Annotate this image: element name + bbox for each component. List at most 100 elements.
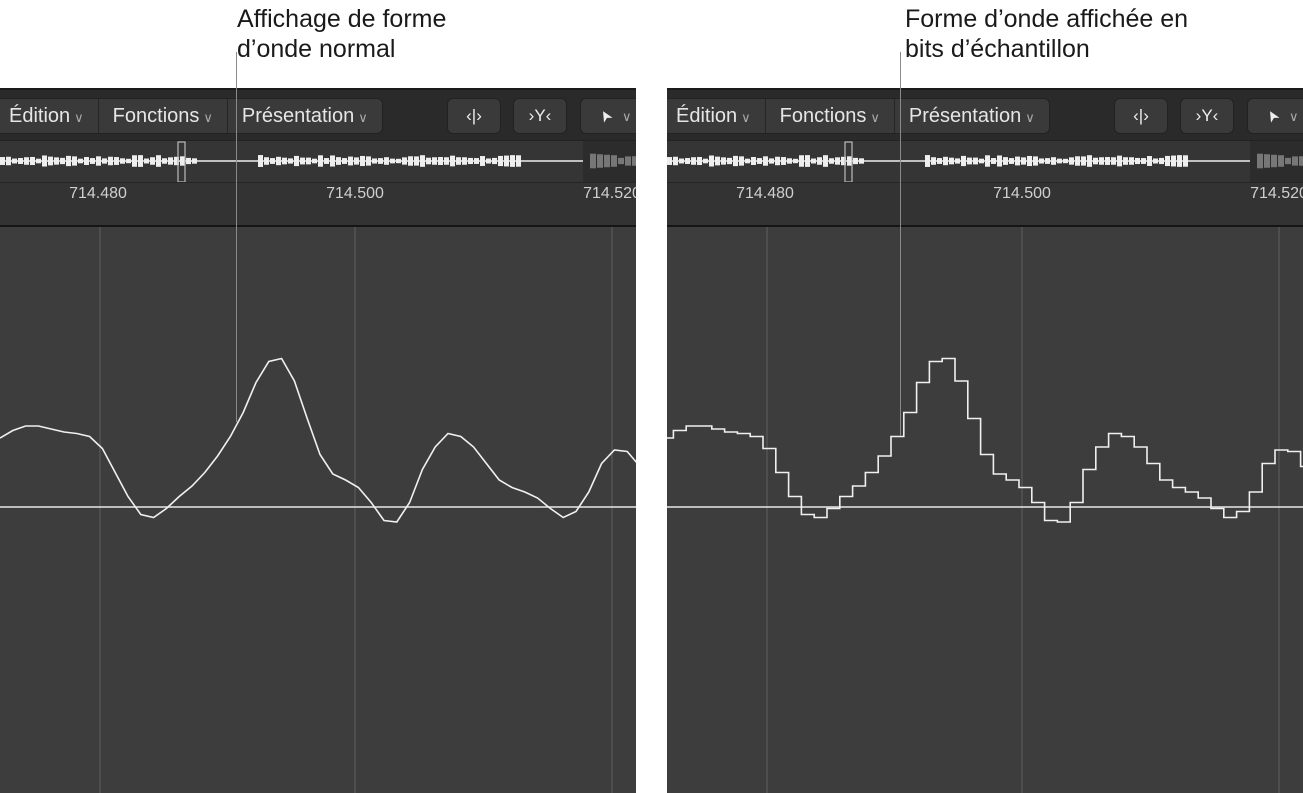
ruler-label: 714.500	[326, 185, 384, 202]
overview-waveform-blob	[817, 157, 822, 165]
overview-waveform-blob	[715, 156, 720, 166]
tool-menu-button[interactable]: ➤ ∨	[1247, 98, 1303, 134]
overview-waveform-blob	[1033, 156, 1038, 166]
overview-waveform-blob	[276, 156, 281, 166]
menu-presentation[interactable]: Présentation ∨	[228, 99, 382, 133]
overview-waveform-blob	[604, 154, 610, 168]
menu-edition[interactable]: Édition ∨	[0, 99, 99, 133]
waveform-overview[interactable]	[0, 140, 636, 183]
overview-waveform-blob	[1153, 158, 1158, 164]
waveform-overview[interactable]	[667, 140, 1303, 183]
overview-waveform-blob	[90, 158, 95, 164]
catch-playhead-button[interactable]: ›Y‹	[513, 98, 567, 134]
overview-waveform-blob	[402, 157, 407, 165]
ruler-label: 714.520	[1250, 185, 1303, 202]
overview-waveform-blob	[126, 158, 131, 164]
overview-waveform-blob	[1278, 155, 1284, 167]
ruler-label: 714.480	[69, 185, 127, 202]
overview-waveform-blob	[1292, 156, 1298, 166]
overview-waveform-blob	[492, 157, 497, 165]
overview-waveform-blob	[354, 157, 359, 165]
overview-waveform-blob	[1087, 155, 1092, 167]
pointer-tool-icon: ➤	[1262, 106, 1284, 127]
overview-waveform-blob	[162, 158, 167, 164]
overview-waveform-blob	[408, 156, 413, 166]
overview-waveform-blob	[114, 157, 119, 165]
callout-line: bits d’échantillon	[905, 35, 1090, 63]
overview-waveform-blob	[372, 158, 377, 164]
overview-waveform-blob	[1171, 155, 1176, 167]
marker-lane	[0, 206, 636, 227]
tool-menu-button[interactable]: ➤ ∨	[580, 98, 636, 134]
overview-waveform-blob	[156, 155, 161, 167]
menu-label: Édition	[676, 105, 738, 127]
time-ruler[interactable]: 714.480 714.500 714.520	[667, 182, 1303, 207]
menu-fonctions[interactable]: Fonctions ∨	[99, 99, 228, 133]
overview-waveform-blob	[979, 158, 984, 164]
ruler-label: 714.520	[583, 185, 636, 202]
overview-waveform-blob	[597, 154, 603, 168]
menu-label: Présentation	[241, 105, 355, 127]
overview-waveform-blob	[1257, 153, 1263, 169]
callout-line: d’onde normal	[237, 35, 396, 63]
overview-waveform-blob	[1093, 157, 1098, 165]
overview-waveform-blob	[1299, 156, 1303, 166]
chevron-down-icon: ∨	[1025, 110, 1035, 125]
overview-waveform-blob	[618, 157, 624, 165]
waveform-sample-steps	[667, 357, 1303, 523]
overview-waveform-blob	[384, 157, 389, 165]
overview-waveform-blob	[438, 157, 443, 165]
menu-group: Édition ∨ Fonctions ∨ Présentation ∨	[0, 98, 383, 134]
overview-waveform-blob	[6, 156, 11, 166]
overview-waveform-blob	[486, 158, 491, 164]
overview-waveform-blob	[757, 158, 762, 164]
overview-waveform-blob	[1105, 157, 1110, 165]
waveform-view[interactable]	[667, 227, 1303, 793]
chevron-down-icon: ∨	[203, 110, 213, 125]
overview-waveform-blob	[72, 156, 77, 166]
overview-waveform-blob	[108, 156, 113, 166]
menu-label: Fonctions	[112, 105, 200, 127]
overview-waveform-blob	[342, 158, 347, 164]
catch-playhead-button[interactable]: ›Y‹	[1180, 98, 1234, 134]
overview-waveform-blob	[697, 156, 702, 166]
overview-waveform-blob	[282, 157, 287, 165]
overview-waveform-blob	[811, 158, 816, 164]
overview-waveform-blob	[1123, 157, 1128, 165]
waveform-canvas	[0, 227, 636, 793]
overview-waveform-blob	[835, 157, 840, 165]
overview-waveform-blob	[1099, 157, 1104, 165]
overview-waveform-blob	[318, 155, 323, 167]
overview-waveform-blob	[150, 157, 155, 165]
overview-waveform-blob	[1039, 158, 1044, 164]
overview-waveform-blob	[0, 157, 5, 165]
callout-line: Affichage de forme	[237, 5, 447, 33]
time-ruler[interactable]: 714.480 714.500 714.520	[0, 182, 636, 207]
editor-panel-normal: Édition ∨ Fonctions ∨ Présentation ∨ ‹|› ›Y…	[0, 88, 636, 793]
split-button[interactable]: ‹|›	[1114, 98, 1168, 134]
overview-waveform-blob	[961, 155, 966, 167]
overview-waveform-blob	[590, 153, 596, 169]
overview-waveform-blob	[997, 155, 1002, 167]
overview-waveform-blob	[611, 155, 617, 167]
overview-waveform-blob	[144, 158, 149, 164]
overview-waveform-blob	[180, 156, 185, 166]
overview-waveform-blob	[324, 158, 329, 164]
menu-group: Édition ∨ Fonctions ∨ Présentation ∨	[667, 98, 1050, 134]
overview-waveform-blob	[1264, 154, 1270, 168]
menu-fonctions[interactable]: Fonctions ∨	[766, 99, 895, 133]
overview-waveform-blob	[667, 157, 672, 165]
overview-waveform-blob	[925, 155, 930, 167]
overview-waveform-blob	[625, 156, 631, 166]
split-button[interactable]: ‹|›	[447, 98, 501, 134]
waveform-view[interactable]	[0, 227, 636, 793]
overview-waveform-blob	[1015, 156, 1020, 166]
overview-waveform-blob	[480, 156, 485, 166]
overview-waveform-blob	[336, 157, 341, 165]
menu-presentation[interactable]: Présentation ∨	[895, 99, 1049, 133]
callout-leader-line	[900, 52, 901, 436]
overview-waveform-blob	[1129, 157, 1134, 165]
callout-sample-bits-waveform: Forme d’onde affichée en bits d’échantil…	[905, 4, 1188, 64]
menu-edition[interactable]: Édition ∨	[667, 99, 766, 133]
overview-waveform-blob	[727, 157, 732, 165]
